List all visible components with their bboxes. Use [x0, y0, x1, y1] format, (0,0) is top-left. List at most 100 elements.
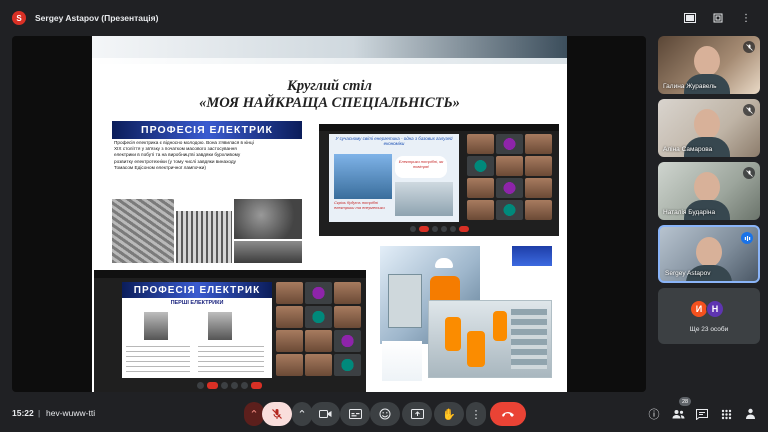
camera-icon — [318, 410, 331, 418]
mic-toggle-button[interactable] — [262, 402, 292, 426]
participant-tile[interactable]: Наталія Бударіна — [658, 162, 760, 220]
mic-options-button[interactable]: ⌃ — [244, 402, 264, 426]
mini-slide: ПРОФЕСІЯ ЕЛЕКТРИК ПЕРШІ ЕЛЕКТРИКИ — [122, 282, 272, 378]
present-icon — [410, 408, 424, 419]
mini-tile — [276, 354, 303, 376]
presentation-stage: Круглий стіл «МОЯ НАЙКРАЩА СПЕЦІАЛЬНІСТЬ… — [12, 36, 646, 392]
mini-tile — [525, 156, 552, 176]
more-participants-tile[interactable]: И Н Ще 23 особи — [658, 288, 760, 344]
layout-icon[interactable] — [680, 9, 700, 27]
leave-call-button[interactable] — [490, 402, 526, 426]
participant-video — [694, 109, 720, 139]
mini-tile — [305, 306, 332, 328]
chevron-up-icon: ⌃ — [297, 408, 307, 421]
participant-tile[interactable]: Галина Журавель — [658, 36, 760, 94]
mini-tile — [467, 134, 494, 154]
worker-figure — [467, 331, 485, 367]
mini-tile — [305, 354, 332, 376]
raise-hand-icon: ✋ — [442, 408, 456, 421]
mini-tile — [334, 306, 361, 328]
collage-meeting-screenshot-2: ПРОФЕСІЯ ЕЛЕКТРИК ПЕРШІ ЕЛЕКТРИКИ — [94, 270, 366, 392]
mini-controls — [184, 382, 274, 389]
mini-tile — [496, 134, 523, 154]
mini-tile — [334, 354, 361, 376]
mini-control — [440, 226, 447, 232]
info-icon[interactable]: ⓘ — [645, 404, 663, 424]
captions-button[interactable] — [340, 402, 370, 426]
text-block — [198, 342, 264, 376]
mini-tile — [276, 282, 303, 304]
mini-slide-photo — [334, 154, 392, 199]
mini-tile — [276, 330, 303, 352]
slide-header-strip-light — [92, 58, 567, 64]
mini-slide-bubble: Електрики потрібні, як повітря! — [395, 156, 447, 178]
mini-tile — [496, 200, 523, 220]
top-bar: S Sergey Astapov (Презентація) ⋮ — [0, 0, 768, 36]
mic-off-icon — [743, 167, 755, 179]
mini-tile — [467, 200, 494, 220]
mini-control — [409, 226, 416, 232]
more-options-button[interactable]: ⋮ — [466, 402, 486, 426]
activities-icon[interactable] — [717, 404, 735, 424]
more-options-icon[interactable]: ⋮ — [736, 9, 756, 27]
mini-slide: У сучасному світі енергетика - одна з ба… — [329, 134, 459, 222]
separator: | — [38, 408, 41, 418]
presenter-avatar: S — [12, 11, 26, 25]
mini-slide-caption: Скрізь будуть потрібні електрики та енер… — [334, 200, 385, 210]
slide-subtitle: «МОЯ НАЙКРАЩА СПЕЦІАЛЬНІСТЬ» — [199, 95, 460, 111]
mini-participant-grid — [467, 134, 555, 222]
chat-icon[interactable] — [693, 404, 711, 424]
clock: 15:22 — [12, 408, 34, 418]
electrician-banner-2: ПРОФЕСІЯ ЕЛЕКТРИК — [122, 282, 272, 298]
mini-control — [250, 382, 262, 389]
raise-hand-button[interactable]: ✋ — [434, 402, 464, 426]
more-participants-label: Ще 23 особи — [689, 326, 729, 333]
portrait — [208, 312, 232, 340]
mic-off-icon — [743, 104, 755, 116]
participant-name: Галина Журавель — [663, 83, 717, 90]
decorative-blue-block — [512, 246, 552, 266]
pin-icon[interactable] — [708, 9, 728, 27]
equipment-rack — [511, 309, 547, 369]
first-electricians-heading: ПЕРШІ ЕЛЕКТРИКИ — [170, 300, 224, 306]
meeting-code: hev-wuww-tti — [46, 408, 96, 418]
historic-photo — [234, 241, 302, 263]
mic-off-icon — [272, 409, 282, 419]
mic-off-icon — [743, 41, 755, 53]
avatar: Н — [706, 300, 724, 318]
mini-tile — [334, 282, 361, 304]
slide-header-strip — [92, 36, 567, 58]
mini-participant-grid — [276, 282, 364, 378]
captions-icon — [348, 409, 362, 419]
people-count-badge: 28 — [679, 397, 691, 406]
participant-name: Sergey Astapov — [665, 270, 711, 277]
participant-video — [694, 172, 720, 202]
mini-control — [449, 226, 456, 232]
workshop-photo — [428, 300, 552, 378]
meet-window: S Sergey Astapov (Презентація) ⋮ Круглий… — [0, 0, 768, 432]
participant-tile-active-speaker[interactable]: Sergey Astapov — [658, 225, 760, 283]
camera-toggle-button[interactable] — [310, 402, 340, 426]
participant-tile[interactable]: Аліна Самарова — [658, 99, 760, 157]
electrician-banner: ПРОФЕСІЯ ЕЛЕКТРИК — [112, 121, 302, 139]
faded-photo — [382, 341, 422, 381]
collage-electrician-card: ПРОФЕСІЯ ЕЛЕКТРИК Професія електрика є в… — [112, 121, 302, 264]
camera-options-button[interactable]: ⌃ — [292, 402, 312, 426]
participant-name: Наталія Бударіна — [663, 209, 716, 216]
collage-meeting-screenshot: У сучасному світі енергетика - одна з ба… — [319, 124, 559, 236]
presentation-title: Sergey Astapov (Презентація) — [35, 13, 159, 23]
people-icon[interactable] — [669, 404, 687, 424]
shared-slide: Круглий стіл «МОЯ НАЙКРАЩА СПЕЦІАЛЬНІСТЬ… — [92, 36, 567, 392]
mini-topbar — [94, 270, 366, 278]
host-controls-icon[interactable] — [741, 404, 759, 424]
present-button[interactable] — [402, 402, 432, 426]
mini-controls — [399, 226, 479, 232]
speaking-icon — [741, 232, 753, 244]
mini-tile — [467, 178, 494, 198]
text-block — [126, 342, 190, 376]
mini-control — [220, 382, 228, 389]
emoji-button[interactable] — [370, 402, 400, 426]
historic-photo — [234, 199, 302, 239]
mini-tile — [305, 282, 332, 304]
bottom-bar: 15:22 | hev-wuww-tti ⌃ ⌃ ✋ ⋮ ⓘ — [0, 396, 768, 432]
